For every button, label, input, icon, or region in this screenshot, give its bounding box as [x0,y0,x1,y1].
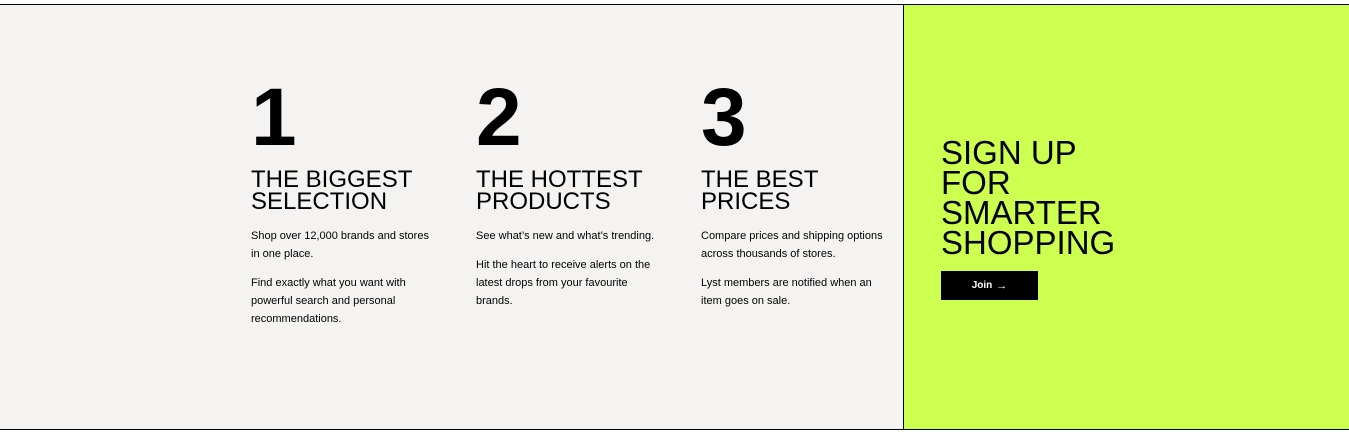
join-button[interactable]: Join → [941,271,1038,300]
benefit-description: See what’s new and what’s trending. [476,230,655,242]
benefit-number: 1 [251,72,297,163]
benefit-heading-line: SELECTION [251,188,388,215]
benefit-column-1: 1 THE BIGGEST SELECTION Shop over 12,000… [251,77,441,339]
benefit-column-2: 2 THE HOTTEST PRODUCTS See what’s new an… [476,77,666,321]
signup-title: SIGN UP FOR SMARTER SHOPPING [941,136,1161,261]
benefits-signup-section: 1 THE BIGGEST SELECTION Shop over 12,000… [0,4,1349,430]
signup-panel: SIGN UP FOR SMARTER SHOPPING Join → [904,5,1349,429]
benefits-panel: 1 THE BIGGEST SELECTION Shop over 12,000… [0,5,904,429]
benefit-description: Find exactly what you want with powerful… [251,277,406,325]
benefit-number: 3 [701,72,747,163]
benefit-heading-line: PRICES [701,188,791,215]
join-button-label: Join [971,280,993,291]
benefit-description: Lyst members are notified when an item g… [701,277,872,307]
arrow-right-icon: → [996,279,1008,292]
benefit-description: Hit the heart to receive alerts on the l… [476,259,651,307]
benefit-heading: THE HOTTEST PRODUCTS [476,168,666,215]
signup-title-line: SHOPPING [941,224,1116,261]
benefit-column-3: 3 THE BEST PRICES Compare prices and shi… [701,77,891,321]
benefit-heading-line: PRODUCTS [476,188,611,215]
benefit-heading: THE BEST PRICES [701,168,891,215]
benefit-description: Shop over 12,000 brands and stores in on… [251,230,429,260]
benefit-description: Compare prices and shipping options acro… [701,230,883,260]
benefit-heading: THE BIGGEST SELECTION [251,168,441,215]
benefit-number: 2 [476,72,522,163]
